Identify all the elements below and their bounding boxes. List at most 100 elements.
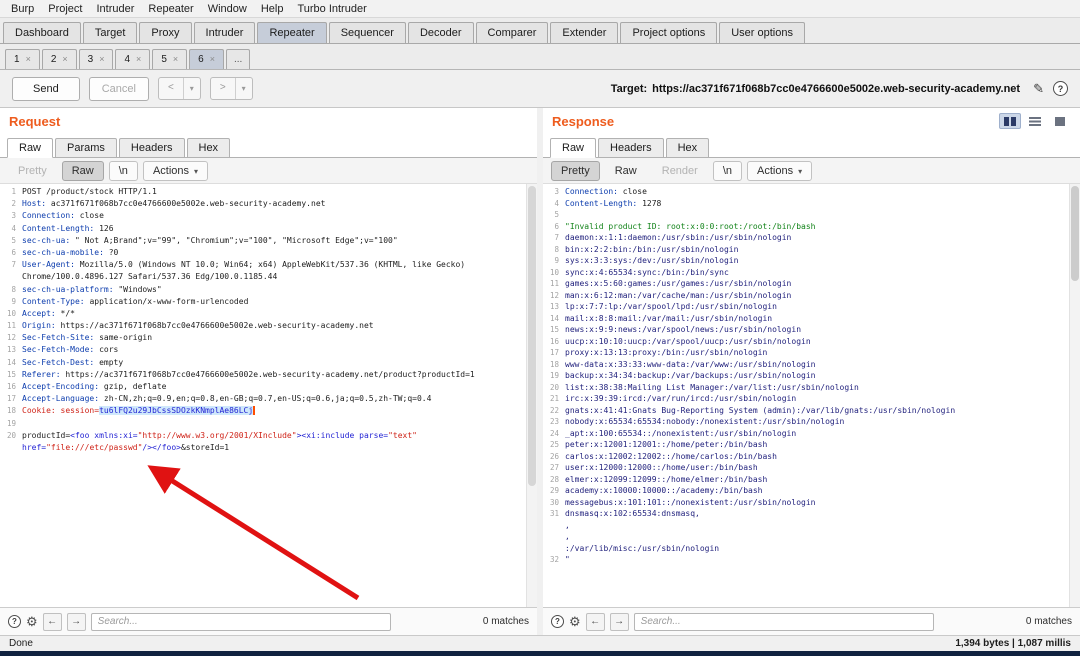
close-tab-icon[interactable]: ×: [173, 55, 178, 64]
line-text: mail:x:8:8:mail:/var/mail:/usr/sbin/nolo…: [565, 313, 773, 323]
line-number: 10: [6, 308, 16, 318]
msg-tab-params[interactable]: Params: [55, 138, 117, 158]
actions-button[interactable]: Actions ▾: [747, 160, 813, 181]
repeater-tab-5[interactable]: 5 ×: [152, 49, 188, 69]
menu-window[interactable]: Window: [201, 2, 254, 16]
raw-button[interactable]: Raw: [61, 160, 104, 181]
tab-dashboard[interactable]: Dashboard: [3, 22, 81, 43]
tab-intruder[interactable]: Intruder: [193, 22, 256, 43]
next-match-button[interactable]: →: [609, 612, 629, 631]
gear-icon[interactable]: ⚙: [26, 615, 38, 628]
history-forward-button[interactable]: > ▾: [209, 77, 253, 100]
tab-repeater[interactable]: Repeater: [257, 22, 327, 43]
actions-button[interactable]: Actions ▾: [142, 160, 209, 181]
pretty-button[interactable]: Pretty: [551, 160, 600, 181]
tab-extender[interactable]: Extender: [550, 22, 619, 43]
menu-help[interactable]: Help: [254, 2, 291, 16]
edit-target-icon[interactable]: ✎: [1033, 81, 1044, 97]
line-text: elmer:x:12099:12099::/home/elmer:/bin/ba…: [565, 474, 768, 484]
render-button[interactable]: Render: [652, 161, 708, 181]
close-tab-icon[interactable]: ×: [26, 55, 31, 64]
close-tab-icon[interactable]: ×: [210, 55, 215, 64]
prev-match-button[interactable]: ←: [585, 612, 605, 631]
code-line: 29 academy:x:10000:10000::/academy:/bin/b…: [543, 485, 1068, 497]
code-line: ,: [543, 520, 1068, 532]
next-match-button[interactable]: →: [66, 612, 86, 631]
code-line: 9 sys:x:3:3:sys:/dev:/usr/sbin/nologin: [543, 255, 1068, 267]
gear-icon[interactable]: ⚙: [569, 615, 581, 628]
menu-burp[interactable]: Burp: [4, 2, 41, 16]
msg-tab-raw[interactable]: Raw: [7, 138, 54, 158]
code-line: Chrome/100.0.4896.127 Safari/537.36 Edg/…: [0, 271, 525, 283]
line-text: Cookie: session=tu6lFQ2u29JbCssSDOzkKNmp…: [22, 406, 256, 416]
line-text: sec-ch-ua-mobile: ?0: [22, 247, 119, 257]
help-icon[interactable]: ?: [8, 615, 21, 628]
more-tabs-button[interactable]: ...: [225, 49, 251, 69]
close-tab-icon[interactable]: ×: [99, 55, 104, 64]
scrollbar-thumb[interactable]: [1071, 186, 1079, 281]
search-input[interactable]: [633, 612, 934, 631]
close-tab-icon[interactable]: ×: [136, 55, 141, 64]
match-count: 0 matches: [1025, 616, 1072, 627]
msg-tab-headers[interactable]: Headers: [598, 138, 664, 158]
pretty-button[interactable]: Pretty: [8, 161, 57, 181]
repeater-tab-3[interactable]: 3 ×: [78, 49, 114, 69]
search-input[interactable]: [90, 612, 391, 631]
menubar: Burp Project Intruder Repeater Window Help Tur…: [0, 0, 1080, 18]
msg-tab-hex[interactable]: Hex: [665, 138, 710, 158]
scrollbar-thumb[interactable]: [528, 186, 536, 486]
code-line: 10 Accept: */*: [0, 308, 525, 320]
raw-button[interactable]: Raw: [605, 161, 647, 181]
menu-repeater[interactable]: Repeater: [141, 2, 200, 16]
request-panel-header: Request: [0, 108, 537, 134]
msg-tab-hex[interactable]: Hex: [186, 138, 231, 158]
tab-proxy[interactable]: Proxy: [139, 22, 192, 43]
tab-project-options[interactable]: Project options: [620, 22, 718, 43]
request-editor[interactable]: 1 POST /product/stock HTTP/1.1 2 Host: ac37…: [0, 184, 537, 607]
close-tab-icon[interactable]: ×: [62, 55, 67, 64]
menu-project[interactable]: Project: [41, 2, 89, 16]
response-scrollbar[interactable]: [1069, 184, 1080, 607]
tab-decoder[interactable]: Decoder: [407, 22, 474, 43]
menu-intruder[interactable]: Intruder: [90, 2, 142, 16]
request-code: 1 POST /product/stock HTTP/1.1 2 Host: ac37…: [0, 186, 525, 607]
newline-toggle-button[interactable]: \n: [108, 160, 138, 181]
menu-turbo-intruder[interactable]: Turbo Intruder: [290, 2, 373, 16]
view-split-columns-button[interactable]: [999, 113, 1021, 129]
tab-target[interactable]: Target: [82, 22, 138, 43]
code-line: 30 messagebus:x:101:101::/nonexistent:/us…: [543, 497, 1068, 509]
cancel-button[interactable]: Cancel: [88, 76, 149, 101]
line-text: gnats:x:41:41:Gnats Bug-Reporting System…: [565, 405, 956, 415]
chevron-down-icon[interactable]: ▾: [182, 78, 200, 99]
line-text: backup:x:34:34:backup:/var/backups:/usr/…: [565, 371, 816, 380]
code-line: 16 Accept-Encoding: gzip, deflate: [0, 381, 525, 393]
chevron-down-icon[interactable]: ▾: [234, 78, 252, 99]
tab-user-options[interactable]: User options: [719, 22, 805, 43]
view-split-rows-button[interactable]: [1024, 113, 1046, 129]
help-icon[interactable]: ?: [551, 615, 564, 628]
prev-match-button[interactable]: ←: [42, 612, 62, 631]
newline-toggle-button[interactable]: \n: [712, 160, 743, 181]
repeater-tab-1[interactable]: 1 ×: [5, 49, 40, 69]
repeater-tab-6[interactable]: 6 ×: [189, 49, 224, 69]
code-line: 28 elmer:x:12099:12099::/home/elmer:/bin/…: [543, 474, 1068, 486]
line-text: sys:x:3:3:sys:/dev:/usr/sbin/nologin: [565, 256, 739, 265]
view-single-pane-button[interactable]: [1049, 113, 1071, 129]
line-text: sec-ch-ua: " Not A;Brand";v="99", "Chrom…: [22, 235, 398, 245]
msg-tab-headers[interactable]: Headers: [118, 138, 185, 158]
repeater-tab-2[interactable]: 2 ×: [41, 49, 77, 69]
send-button[interactable]: Send: [12, 76, 80, 101]
line-number: 26: [549, 451, 559, 461]
help-icon[interactable]: ?: [1053, 81, 1068, 96]
msg-tab-raw[interactable]: Raw: [550, 138, 597, 158]
repeater-tab-4[interactable]: 4 ×: [115, 49, 151, 69]
line-number: 18: [549, 359, 559, 369]
tab-sequencer[interactable]: Sequencer: [328, 22, 406, 43]
history-back-button[interactable]: < ▾: [157, 77, 201, 100]
response-editor[interactable]: 3 Connection: close 4 Content-Length: 1278 5…: [543, 184, 1080, 607]
line-number: 8: [554, 244, 559, 254]
tab-comparer[interactable]: Comparer: [475, 22, 549, 43]
request-scrollbar[interactable]: [526, 184, 537, 607]
line-number: 3: [554, 187, 559, 196]
target-url: https://ac371f671f068b7cc0e4766600e5002e…: [652, 82, 1021, 95]
